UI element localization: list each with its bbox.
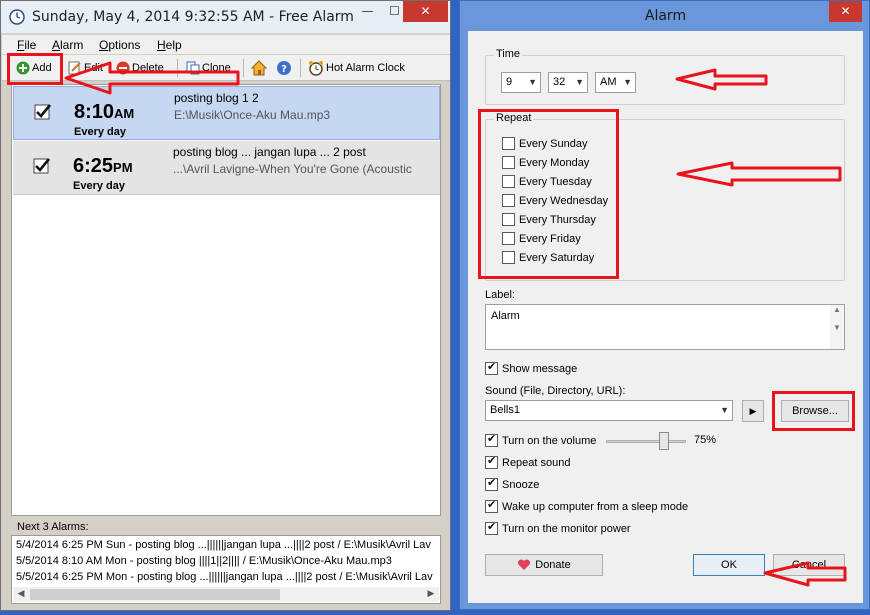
cancel-button[interactable]: Cancel xyxy=(773,554,845,576)
menu-bar: File Alarm Options Help xyxy=(2,35,450,54)
sound-caption: Sound (File, Directory, URL): xyxy=(485,385,626,397)
home-icon xyxy=(251,60,267,76)
next-alarm-item: 5/4/2014 6:25 PM Sun - posting blog ...|… xyxy=(16,539,431,551)
chevron-down-icon: ▼ xyxy=(528,77,537,87)
scroll-right-icon[interactable]: ▶ xyxy=(424,588,438,601)
help-icon: ? xyxy=(277,61,291,75)
play-sound-button[interactable]: ▶ xyxy=(742,400,764,422)
play-icon: ▶ xyxy=(749,406,757,416)
time-group-title: Time xyxy=(494,48,523,60)
toolbar: Add Edit Delete Clone ? Hot Alarm Clock xyxy=(2,55,450,81)
annotation-box-browse xyxy=(772,391,855,431)
window-title: Sunday, May 4, 2014 9:32:55 AM - Free Al… xyxy=(32,9,357,25)
alarm-time: 6:25PM xyxy=(73,155,133,177)
alarm-label: posting blog 1 2 xyxy=(174,91,259,105)
monitor-power-checkbox[interactable]: Turn on the monitor power xyxy=(485,520,631,535)
hot-alarm-clock-button[interactable]: Hot Alarm Clock xyxy=(308,58,405,78)
next-alarms-label: Next 3 Alarms: xyxy=(17,521,89,533)
label-value: Alarm xyxy=(491,310,520,322)
alarm-days: Every day xyxy=(73,180,125,192)
hot-alarm-clock-label: Hot Alarm Clock xyxy=(326,62,405,74)
label-textarea[interactable]: Alarm ▲ ▼ xyxy=(485,304,845,350)
edit-icon xyxy=(68,61,81,75)
hour-select[interactable]: 9 ▼ xyxy=(501,72,541,93)
edit-label: Edit xyxy=(84,62,103,74)
home-button[interactable] xyxy=(251,58,269,78)
clone-label: Clone xyxy=(202,62,231,74)
main-window: Sunday, May 4, 2014 9:32:55 AM - Free Al… xyxy=(0,0,451,611)
menu-help[interactable]: Help xyxy=(157,38,182,52)
menu-options[interactable]: Options xyxy=(99,38,140,52)
alarm-dialog: Alarm ✕ Time 9 ▼ 32 ▼ AM ▼ Repeat Every Sun… xyxy=(459,0,870,610)
help-button[interactable]: ? xyxy=(276,58,294,78)
delete-icon xyxy=(116,61,130,75)
next-alarm-item: 5/5/2014 6:25 PM Mon - posting blog ...|… xyxy=(16,571,433,583)
alarm-days: Every day xyxy=(74,126,126,138)
toolbar-separator xyxy=(300,59,301,77)
menu-alarm[interactable]: Alarm xyxy=(52,38,83,52)
volume-slider-thumb[interactable] xyxy=(658,432,669,450)
main-titlebar[interactable]: Sunday, May 4, 2014 9:32:55 AM - Free Al… xyxy=(1,1,450,34)
alarm-time: 8:10AM xyxy=(74,101,135,123)
alarm-row[interactable]: 6:25PM Every day posting blog ... jangan… xyxy=(13,141,440,195)
alarm-sound-path: E:\Musik\Once-Aku Mau.mp3 xyxy=(174,108,331,122)
delete-button[interactable]: Delete xyxy=(116,58,164,78)
wake-up-checkbox[interactable]: Wake up computer from a sleep mode xyxy=(485,498,688,513)
svg-text:?: ? xyxy=(281,64,287,75)
alarm-list: 8:10AM Every day posting blog 1 2 E:\Mus… xyxy=(11,84,441,516)
volume-slider[interactable] xyxy=(606,440,686,443)
checkmark-icon[interactable] xyxy=(33,157,51,175)
annotation-box-repeat xyxy=(478,109,619,279)
sound-select[interactable]: Bells1 ▼ xyxy=(485,400,733,421)
scroll-left-icon[interactable]: ◀ xyxy=(14,588,28,601)
alarm-label: posting blog ... jangan lupa ... 2 post xyxy=(173,145,366,159)
delete-label: Delete xyxy=(132,62,164,74)
ampm-select[interactable]: AM ▼ xyxy=(595,72,636,93)
next-alarms-list[interactable]: 5/4/2014 6:25 PM Sun - posting blog ...|… xyxy=(11,535,441,604)
snooze-checkbox[interactable]: Snooze xyxy=(485,476,539,491)
alarm-row[interactable]: 8:10AM Every day posting blog 1 2 E:\Mus… xyxy=(13,86,440,140)
alarm-clock-icon xyxy=(309,61,323,76)
clone-button[interactable]: Clone xyxy=(186,58,231,78)
dialog-close-button[interactable]: ✕ xyxy=(829,1,862,22)
toolbar-separator xyxy=(243,59,244,77)
annotation-box-add xyxy=(7,53,63,85)
clone-icon xyxy=(186,61,200,75)
label-caption: Label: xyxy=(485,289,515,301)
alarm-sound-path: ...\Avril Lavigne-When You're Gone (Acou… xyxy=(173,162,412,176)
chevron-down-icon: ▼ xyxy=(623,77,632,87)
horizontal-scrollbar[interactable]: ◀ ▶ xyxy=(13,587,439,602)
next-alarm-item: 5/5/2014 8:10 AM Mon - posting blog ||||… xyxy=(16,555,392,567)
repeat-sound-checkbox[interactable]: Repeat sound xyxy=(485,454,571,469)
chevron-down-icon: ▼ xyxy=(575,77,584,87)
close-button[interactable]: ✕ xyxy=(403,1,448,22)
minute-select[interactable]: 32 ▼ xyxy=(548,72,588,93)
chevron-down-icon: ▼ xyxy=(720,405,729,415)
menu-file[interactable]: File xyxy=(17,38,36,52)
dialog-title: Alarm xyxy=(644,8,687,24)
show-message-checkbox[interactable]: Show message xyxy=(485,360,577,375)
alarm-clock-icon xyxy=(9,9,25,25)
heart-icon xyxy=(518,559,531,570)
edit-button[interactable]: Edit xyxy=(68,58,103,78)
volume-checkbox[interactable]: Turn on the volume xyxy=(485,432,596,447)
minimize-button[interactable]: — xyxy=(354,1,381,22)
volume-percent: 75% xyxy=(694,434,717,446)
vertical-scrollbar[interactable]: ▲ ▼ xyxy=(830,305,844,349)
checkmark-icon[interactable] xyxy=(34,103,52,121)
scrollbar-thumb[interactable] xyxy=(30,589,280,600)
ok-button[interactable]: OK xyxy=(693,554,765,576)
toolbar-separator xyxy=(177,59,178,77)
donate-button[interactable]: Donate xyxy=(485,554,603,576)
